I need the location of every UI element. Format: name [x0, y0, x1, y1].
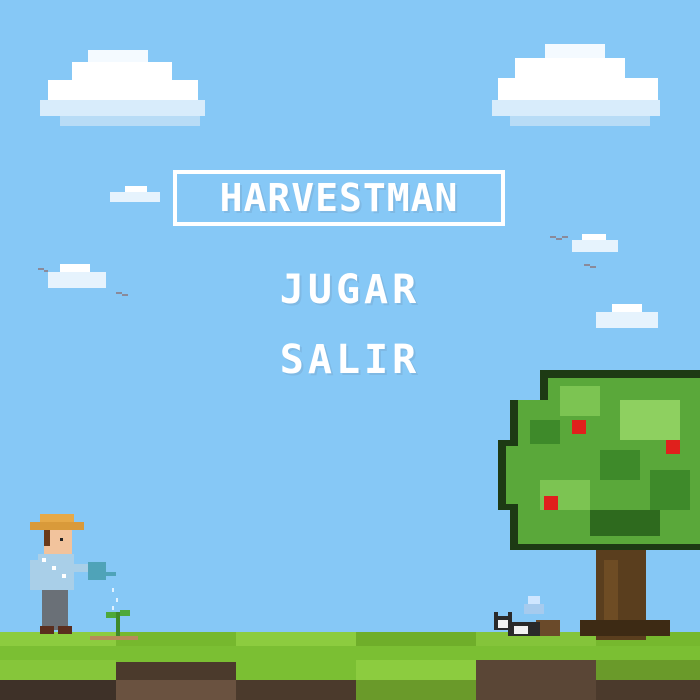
- exit-button[interactable]: SALIR: [0, 340, 700, 380]
- game-title: HARVESTMAN: [219, 176, 459, 220]
- play-button[interactable]: JUGAR: [0, 270, 700, 310]
- ground: [0, 632, 700, 700]
- game-title-box: HARVESTMAN: [173, 170, 505, 226]
- apple-icon: [666, 440, 680, 454]
- apple-icon: [572, 420, 586, 434]
- apple-icon: [544, 496, 558, 510]
